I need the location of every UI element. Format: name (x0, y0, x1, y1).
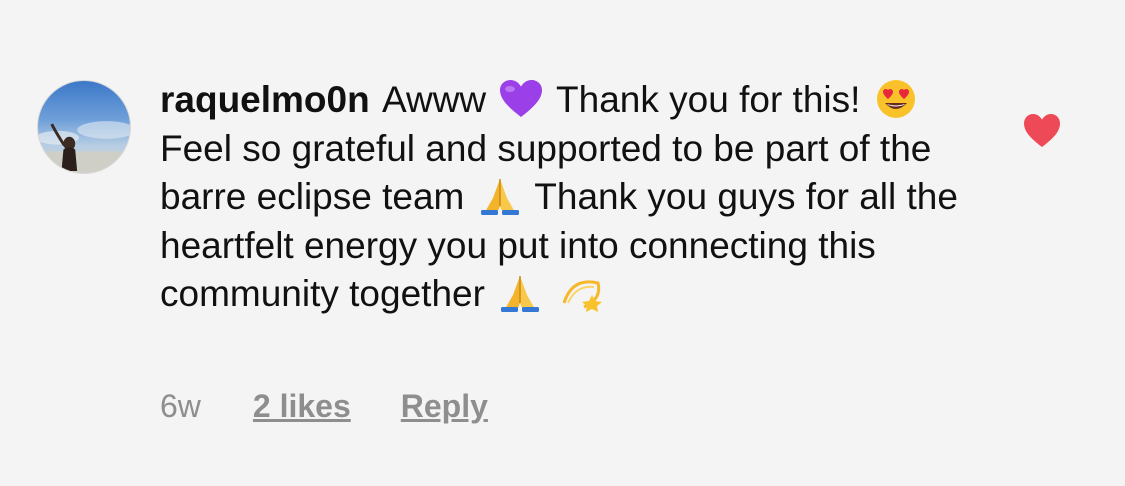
folded-hands-icon (477, 176, 523, 216)
comment-text-segment: Thank you for this! (556, 79, 861, 120)
likes-count-link[interactable]: 2 likes (253, 388, 351, 425)
avatar[interactable] (37, 80, 131, 174)
comment-item: raquelmo0n Awww Thank you for this! Feel… (0, 0, 1125, 486)
avatar-photo (38, 121, 130, 173)
like-heart-icon[interactable] (1022, 112, 1062, 150)
dizzy-star-icon (558, 273, 604, 313)
purple-heart-icon (498, 79, 544, 119)
comment-text: raquelmo0n Awww Thank you for this! Feel… (160, 76, 960, 319)
comment-username[interactable]: raquelmo0n (160, 79, 370, 120)
heart-eyes-face-icon (873, 79, 919, 119)
comment-text-segment: Awww (381, 79, 487, 120)
comment-timestamp: 6w (160, 388, 201, 424)
reply-button[interactable]: Reply (401, 388, 488, 425)
folded-hands-icon (497, 273, 543, 313)
comment-meta: 6w 2 likes Reply (160, 388, 488, 425)
